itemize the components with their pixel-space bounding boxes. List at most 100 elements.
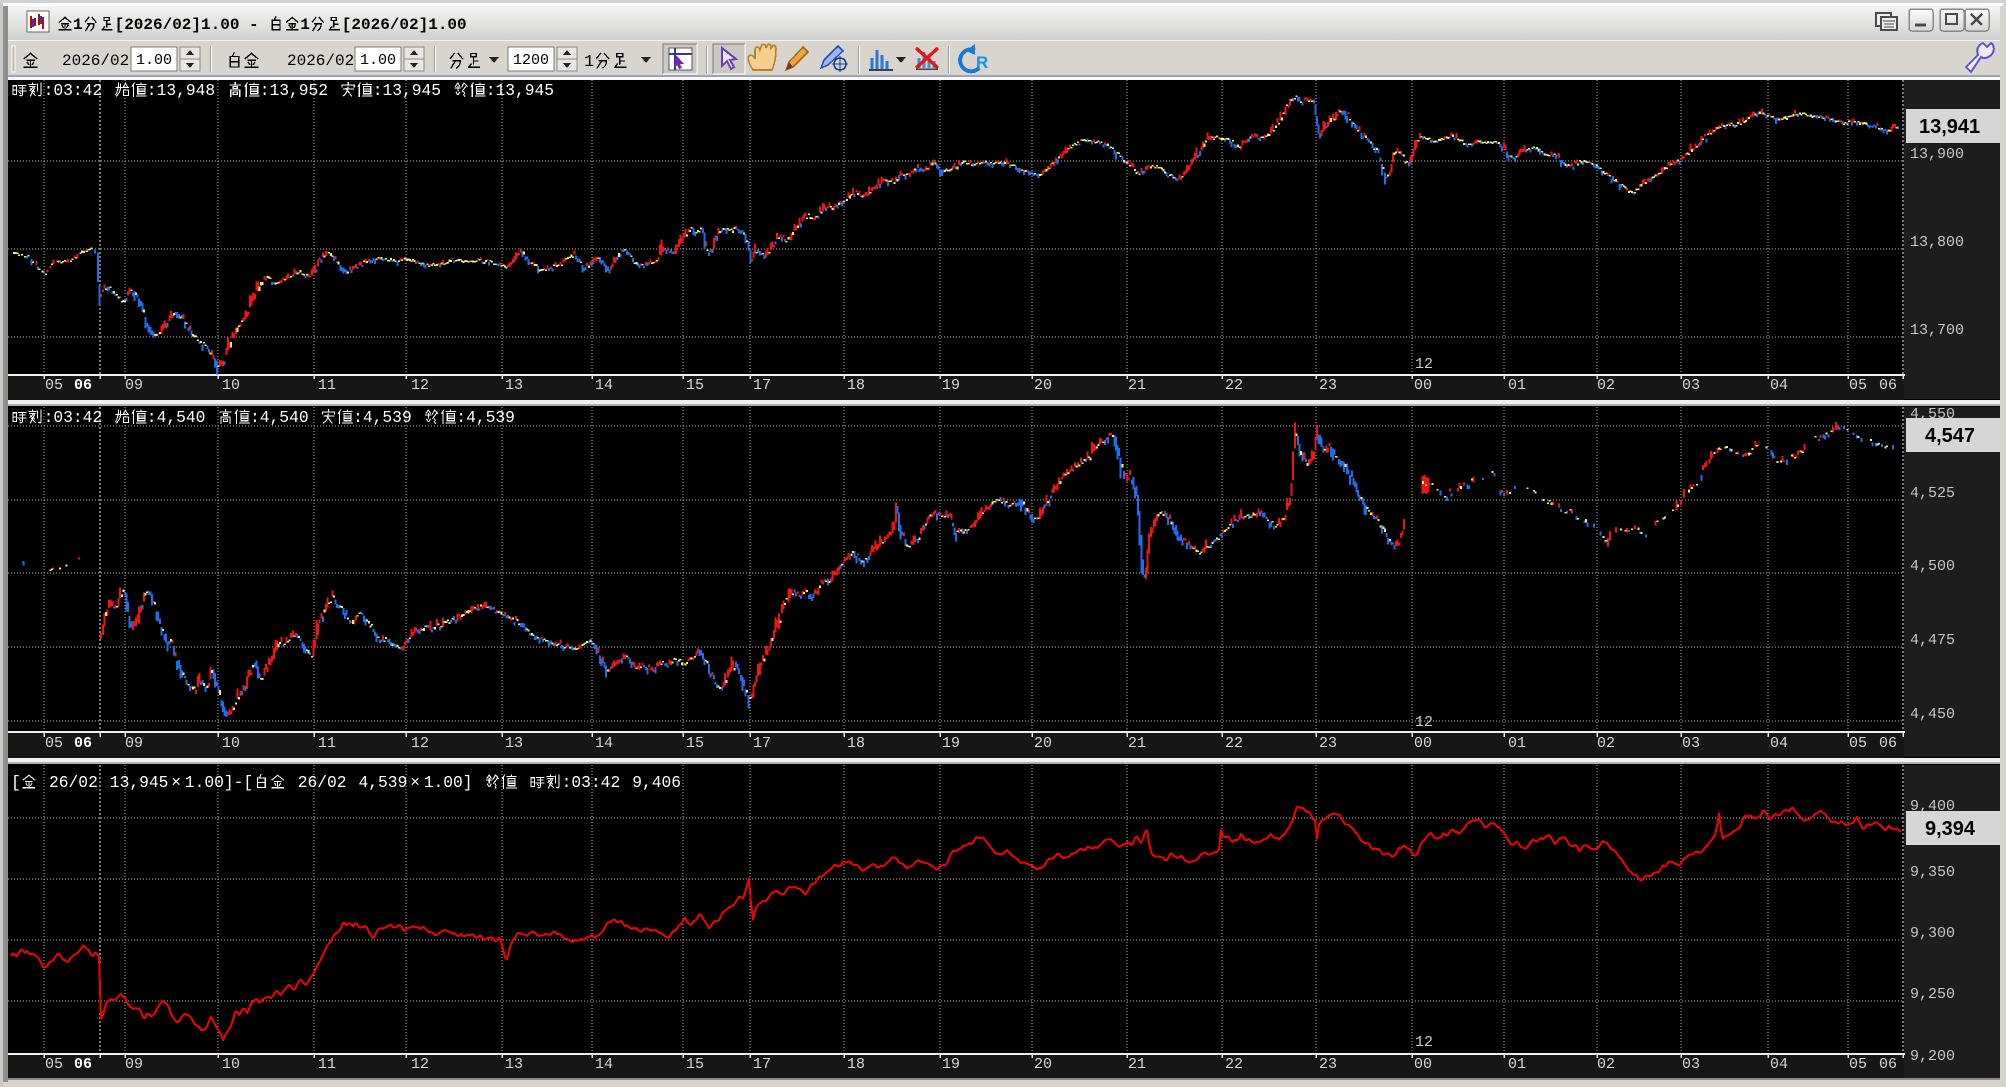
- svg-text:13,900: 13,900: [1910, 146, 1964, 163]
- svg-text:18: 18: [847, 735, 865, 752]
- svg-text:15: 15: [686, 377, 704, 394]
- svg-text:×: ×: [410, 773, 420, 792]
- svg-text:03: 03: [1682, 735, 1700, 752]
- svg-text:1.00: 1.00: [136, 52, 172, 69]
- svg-text:13,941: 13,941: [1919, 116, 1980, 138]
- svg-text:9,350: 9,350: [1910, 864, 1955, 881]
- svg-text:01: 01: [1508, 377, 1526, 394]
- svg-text:06: 06: [1879, 1056, 1897, 1073]
- svg-text:04: 04: [1770, 377, 1788, 394]
- svg-text:02: 02: [1597, 377, 1615, 394]
- svg-text:09: 09: [125, 377, 143, 394]
- svg-text:14: 14: [595, 377, 613, 394]
- svg-text:9,406: 9,406: [632, 773, 681, 792]
- svg-text:03: 03: [1682, 1056, 1700, 1073]
- svg-text:05: 05: [1849, 735, 1867, 752]
- svg-text:15: 15: [686, 1056, 704, 1073]
- svg-text:14: 14: [595, 1056, 613, 1073]
- svg-text:06: 06: [74, 1056, 92, 1073]
- svg-text:R: R: [976, 53, 988, 72]
- svg-text:12: 12: [411, 1056, 429, 1073]
- svg-text:21: 21: [1128, 1056, 1146, 1073]
- svg-text:10: 10: [222, 377, 240, 394]
- svg-text:10: 10: [222, 735, 240, 752]
- svg-text:09: 09: [125, 1056, 143, 1073]
- svg-text:1.00]: 1.00]: [424, 773, 473, 792]
- svg-text::13,948: :13,948: [147, 81, 215, 100]
- svg-text:1200: 1200: [513, 52, 549, 69]
- svg-text::03:42: :03:42: [44, 408, 103, 427]
- svg-text:23: 23: [1319, 377, 1337, 394]
- svg-text:18: 18: [847, 1056, 865, 1073]
- svg-text:13: 13: [505, 377, 523, 394]
- svg-text:17: 17: [753, 735, 771, 752]
- svg-text:1: 1: [300, 16, 310, 34]
- svg-text:9,394: 9,394: [1925, 818, 1976, 840]
- svg-text:11: 11: [318, 377, 336, 394]
- svg-text::03:42: :03:42: [562, 773, 621, 792]
- svg-text:1: 1: [73, 16, 83, 34]
- svg-text:05: 05: [45, 735, 63, 752]
- svg-text:20: 20: [1034, 735, 1052, 752]
- svg-text:05: 05: [1849, 1056, 1867, 1073]
- svg-text:11: 11: [318, 735, 336, 752]
- svg-text:06: 06: [1879, 377, 1897, 394]
- svg-text:06: 06: [1879, 735, 1897, 752]
- svg-text:01: 01: [1508, 1056, 1526, 1073]
- svg-text:17: 17: [753, 1056, 771, 1073]
- svg-text:14: 14: [595, 735, 613, 752]
- svg-text:13,700: 13,700: [1910, 322, 1964, 339]
- svg-text:22: 22: [1225, 1056, 1243, 1073]
- svg-text:01: 01: [1508, 735, 1526, 752]
- svg-text:4,547: 4,547: [1925, 425, 1975, 447]
- svg-text:12: 12: [1415, 1034, 1433, 1051]
- svg-text::4,540: :4,540: [250, 408, 309, 427]
- svg-text:20: 20: [1034, 377, 1052, 394]
- svg-text:10: 10: [222, 1056, 240, 1073]
- svg-text:9,200: 9,200: [1910, 1048, 1955, 1065]
- svg-text:04: 04: [1770, 1056, 1788, 1073]
- svg-text::03:42: :03:42: [44, 81, 103, 100]
- svg-text:17: 17: [753, 377, 771, 394]
- svg-text:1.00: 1.00: [360, 52, 396, 69]
- svg-text:21: 21: [1128, 735, 1146, 752]
- svg-text:4,500: 4,500: [1910, 558, 1955, 575]
- svg-text:15: 15: [686, 735, 704, 752]
- svg-text:02: 02: [1597, 1056, 1615, 1073]
- svg-text:12: 12: [411, 735, 429, 752]
- svg-text:19: 19: [942, 1056, 960, 1073]
- svg-text:12: 12: [411, 377, 429, 394]
- svg-text:23: 23: [1319, 735, 1337, 752]
- svg-text::4,539: :4,539: [456, 408, 515, 427]
- svg-text:05: 05: [1849, 377, 1867, 394]
- svg-text:4,525: 4,525: [1910, 485, 1955, 502]
- svg-text::13,952: :13,952: [260, 81, 328, 100]
- svg-text:9,300: 9,300: [1910, 925, 1955, 942]
- svg-text:05: 05: [45, 1056, 63, 1073]
- svg-text:05: 05: [45, 377, 63, 394]
- svg-text:00: 00: [1414, 735, 1432, 752]
- svg-text:03: 03: [1682, 377, 1700, 394]
- svg-text:1.00]-[: 1.00]-[: [185, 773, 253, 792]
- svg-text:[: [: [11, 773, 21, 792]
- svg-text:12: 12: [1415, 714, 1433, 731]
- svg-text:13: 13: [505, 735, 523, 752]
- svg-text:4,450: 4,450: [1910, 706, 1955, 723]
- svg-text:06: 06: [74, 735, 92, 752]
- svg-text:19: 19: [942, 377, 960, 394]
- svg-text:19: 19: [942, 735, 960, 752]
- svg-text:00: 00: [1414, 377, 1432, 394]
- svg-text:1: 1: [584, 53, 594, 72]
- svg-text:-: -: [249, 16, 259, 34]
- svg-text:13: 13: [505, 1056, 523, 1073]
- svg-text::13,945: :13,945: [373, 81, 441, 100]
- svg-text::4,539: :4,539: [353, 408, 412, 427]
- svg-text:12: 12: [1415, 356, 1433, 373]
- svg-text:4,475: 4,475: [1910, 632, 1955, 649]
- svg-text:[2026/02]1.00: [2026/02]1.00: [342, 16, 467, 34]
- svg-text:09: 09: [125, 735, 143, 752]
- svg-text:×: ×: [171, 773, 181, 792]
- svg-text:4,539: 4,539: [359, 773, 408, 792]
- svg-text:06: 06: [74, 377, 92, 394]
- svg-text:18: 18: [847, 377, 865, 394]
